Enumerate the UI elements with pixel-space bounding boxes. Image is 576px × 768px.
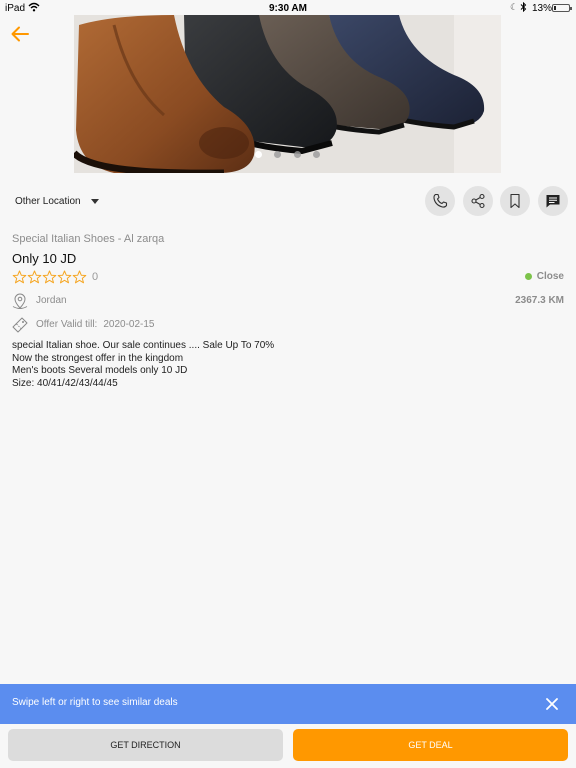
chat-icon: [546, 195, 560, 208]
close-banner-button[interactable]: [542, 694, 562, 714]
location-dropdown[interactable]: Other Location: [15, 193, 99, 209]
status-dot: [524, 273, 532, 280]
rating-stars[interactable]: 0: [12, 270, 98, 284]
merchant-name: Special Italian Shoes - Al zarqa: [12, 233, 165, 245]
star-icon[interactable]: [12, 270, 27, 284]
chat-button[interactable]: [538, 186, 568, 216]
share-button[interactable]: [463, 186, 493, 216]
status-text: Close: [536, 271, 564, 282]
carousel-dot[interactable]: [254, 151, 262, 158]
bookmark-button[interactable]: [500, 186, 530, 216]
carousel-dot[interactable]: [293, 151, 301, 158]
chevron-down-icon: [90, 198, 99, 204]
close-icon: [546, 698, 558, 710]
description-line: Size: 40/41/42/43/44/45: [12, 377, 118, 389]
location-pin-icon: [12, 293, 28, 309]
offer-valid-date: 2020-02-15: [103, 319, 155, 330]
star-icon[interactable]: [57, 270, 72, 284]
battery-fill: [554, 6, 556, 10]
rating-count: 0: [92, 271, 99, 283]
description-line: Now the strongest offer in the kingdom: [12, 352, 184, 364]
bookmark-icon: [510, 193, 520, 209]
deal-image-carousel[interactable]: [74, 15, 501, 173]
carousel-dot[interactable]: [274, 151, 282, 158]
carousel-dots[interactable]: [74, 145, 501, 163]
get-deal-button[interactable]: GET DEAL: [293, 729, 568, 761]
description-line: Men's boots Several models only 10 JD: [12, 365, 188, 376]
back-arrow-icon: [11, 26, 29, 42]
battery-percentage: 13%: [532, 3, 553, 14]
moon-icon: ☾: [510, 2, 519, 12]
deal-country: Jordan: [36, 295, 67, 306]
star-icon[interactable]: [42, 270, 57, 284]
location-dropdown-label: Other Location: [15, 195, 81, 207]
deal-detail-screen: iPad 9:30 AM ☾ 13% Other Location Specia…: [0, 0, 576, 768]
status-bar: iPad 9:30 AM ☾ 13%: [0, 0, 576, 16]
carousel-dot[interactable]: [313, 151, 321, 158]
coupon-icon: [12, 317, 28, 333]
battery-icon: [552, 4, 572, 12]
phone-icon: [433, 193, 448, 208]
swipe-hint-banner: Swipe left or right to see similar deals: [0, 684, 576, 724]
offer-valid-row: Offer Valid till: 2020-02-15: [36, 319, 154, 330]
deal-distance: 2367.3 KM: [515, 295, 564, 306]
star-icon[interactable]: [27, 270, 42, 284]
deal-description: special Italian shoe. Our sale continues…: [12, 340, 274, 390]
description-line: special Italian shoe. Our sale continues…: [12, 340, 275, 351]
get-direction-button[interactable]: GET DIRECTION: [8, 729, 283, 761]
deal-title: Only 10 JD: [12, 251, 77, 266]
status-badge: Close: [524, 271, 564, 282]
bluetooth-icon: [520, 1, 527, 14]
call-button[interactable]: [425, 186, 455, 216]
share-icon: [471, 193, 485, 209]
offer-valid-label: Offer Valid till:: [36, 319, 98, 330]
star-icon[interactable]: [72, 270, 87, 284]
clock: 9:30 AM: [269, 3, 307, 14]
back-button[interactable]: [6, 20, 34, 48]
swipe-hint-text: Swipe left or right to see similar deals: [12, 697, 178, 708]
